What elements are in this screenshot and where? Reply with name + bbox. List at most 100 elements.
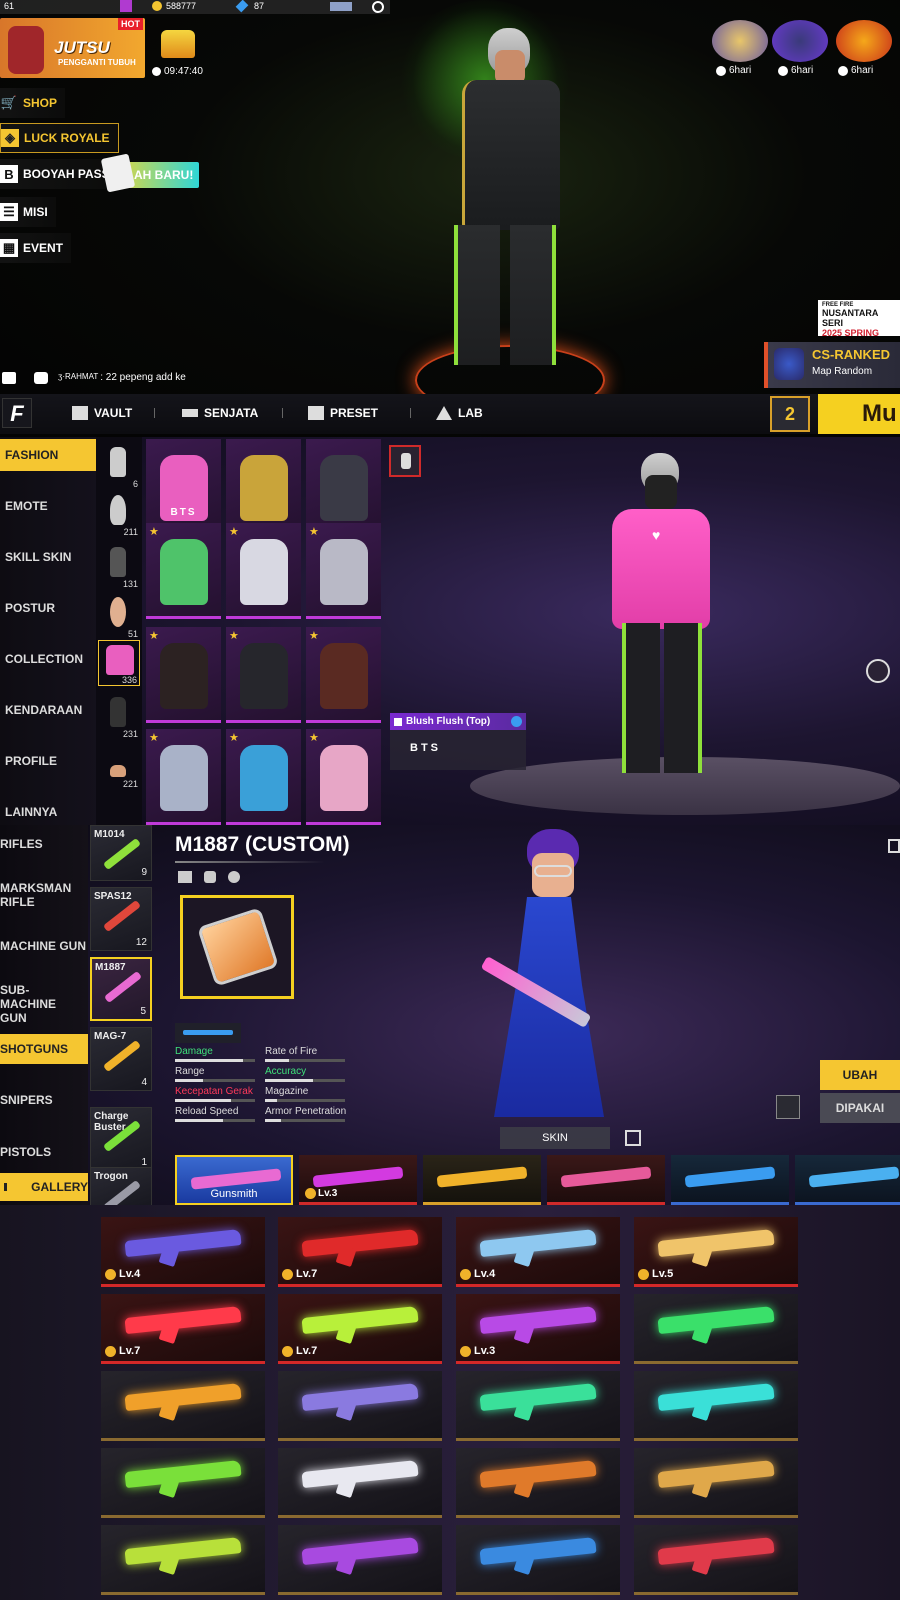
gallery-skin-tile[interactable] — [634, 1294, 798, 1364]
wardrobe-item[interactable]: ★ — [306, 729, 381, 825]
menu-shop[interactable]: 🛒 SHOP — [0, 88, 66, 118]
skin-tab[interactable] — [671, 1155, 789, 1205]
weapon-list-item[interactable]: M1887 5 — [90, 957, 152, 1021]
nav-lab[interactable]: LAB — [436, 406, 483, 420]
subcategory-top[interactable]: 6 — [98, 443, 140, 489]
category-marksman-rifle[interactable]: MARKSMAN RIFLE — [0, 881, 80, 909]
gallery-skin-tile[interactable]: Lv.4 — [101, 1217, 265, 1287]
wardrobe-item[interactable]: ★ — [226, 523, 301, 619]
menu-booyah-pass[interactable]: B BOOYAH PASS — [0, 159, 118, 189]
gallery-skin-tile[interactable]: Lv.7 — [278, 1294, 442, 1364]
nav-preset[interactable]: PRESET — [308, 406, 378, 420]
wardrobe-item[interactable]: ★ — [146, 627, 221, 723]
wardrobe-item[interactable]: ★ — [146, 523, 221, 619]
event-avatar-1[interactable] — [712, 20, 768, 62]
wardrobe-item[interactable]: ★ — [226, 729, 301, 825]
skin-tab[interactable]: Gunsmith — [175, 1155, 293, 1205]
gallery-skin-tile[interactable]: Lv.4 — [456, 1217, 620, 1287]
gallery-skin-tile[interactable] — [634, 1525, 798, 1595]
category-lainnya[interactable]: LAINNYA — [5, 805, 57, 819]
rotate-view-icon[interactable] — [866, 659, 890, 683]
wardrobe-item[interactable]: ★ — [306, 627, 381, 723]
category-sub-machine-gun[interactable]: SUB-MACHINE GUN — [0, 983, 80, 1025]
category-fashion[interactable]: FASHION — [0, 439, 96, 471]
weapon-list-item[interactable]: M1014 9 — [90, 825, 152, 881]
skin-tab[interactable] — [795, 1155, 900, 1205]
wardrobe-item[interactable] — [306, 439, 381, 535]
start-button[interactable]: Mu — [818, 394, 900, 434]
share-icon[interactable] — [888, 839, 900, 853]
gallery-skin-tile[interactable] — [456, 1525, 620, 1595]
category-skill-skin[interactable]: SKILL SKIN — [5, 550, 71, 564]
mode-selector-box[interactable]: 2 — [770, 396, 810, 432]
nusantara-promo[interactable]: FREE FIRE NUSANTARA SERI 2025 SPRING — [818, 300, 900, 338]
wardrobe-item[interactable]: ★ — [146, 729, 221, 825]
gallery-skin-tile[interactable]: Lv.7 — [278, 1217, 442, 1287]
menu-misi[interactable]: ☰ MISI — [0, 197, 56, 227]
nav-vault[interactable]: VAULT — [72, 406, 132, 420]
wardrobe-item[interactable]: ★ — [226, 627, 301, 723]
chat-message[interactable]: ʒ·RAHMAT : 22 pepeng add ke — [58, 372, 186, 383]
ff-logo-icon[interactable]: F — [2, 398, 32, 428]
info-icon[interactable] — [511, 716, 522, 727]
ranked-mode-card[interactable]: CS-RANKED Map Random — [764, 342, 900, 388]
home-icon[interactable] — [776, 1095, 800, 1119]
menu-event[interactable]: ▦ EVENT — [0, 233, 72, 263]
category-kendaraan[interactable]: KENDARAAN — [5, 703, 82, 717]
category-collection[interactable]: COLLECTION — [5, 652, 83, 666]
gallery-skin-tile[interactable]: Lv.7 — [101, 1294, 265, 1364]
chat-icon[interactable] — [34, 372, 48, 384]
gallery-skin-tile[interactable]: Lv.3 — [456, 1294, 620, 1364]
subcategory-face[interactable]: 51 — [98, 593, 140, 639]
skill-icon[interactable] — [228, 871, 240, 883]
weapon-list-item[interactable]: SPAS12 12 — [90, 887, 152, 951]
event-avatar-2[interactable] — [772, 20, 828, 62]
friends-icon[interactable] — [2, 372, 16, 384]
gallery-skin-tile[interactable] — [456, 1371, 620, 1441]
category-machine-gun[interactable]: MACHINE GUN — [0, 939, 86, 953]
treasure-chest[interactable] — [155, 26, 199, 64]
avatar-icon[interactable] — [120, 0, 132, 12]
nav-senjata[interactable]: SENJATA — [182, 406, 258, 420]
category-profile[interactable]: PROFILE — [5, 754, 57, 768]
settings-icon[interactable] — [372, 1, 384, 13]
menu-luck-royale[interactable]: ◈ LUCK ROYALE — [0, 123, 119, 153]
subcategory-shoes[interactable]: 221 — [98, 743, 140, 789]
subcategory-mask[interactable]: 131 — [98, 543, 140, 589]
gallery-skin-tile[interactable] — [634, 1371, 798, 1441]
category-pistols[interactable]: PISTOLS — [0, 1145, 51, 1159]
wardrobe-item[interactable] — [226, 439, 301, 535]
equipped-button[interactable]: DIPAKAI — [820, 1093, 900, 1123]
subcategory-head[interactable]: 211 — [98, 491, 140, 537]
gallery-button[interactable]: GALLERY — [0, 1173, 88, 1201]
subcategory-shirt[interactable]: 336 — [98, 640, 140, 686]
gallery-skin-tile[interactable] — [278, 1525, 442, 1595]
skin-tab[interactable]: Lv.3 — [299, 1155, 417, 1205]
gallery-skin-tile[interactable] — [634, 1448, 798, 1518]
event-banner[interactable]: HOT JUTSU PENGGANTI TUBUH — [0, 18, 145, 78]
skin-tab[interactable] — [547, 1155, 665, 1205]
gallery-skin-tile[interactable] — [456, 1448, 620, 1518]
try-on-button[interactable] — [389, 445, 421, 477]
search-skin-icon[interactable] — [625, 1130, 641, 1146]
scope-icon[interactable] — [204, 871, 216, 883]
category-emote[interactable]: EMOTE — [5, 499, 48, 513]
gallery-skin-tile[interactable] — [101, 1371, 265, 1441]
change-button[interactable]: UBAH — [820, 1060, 900, 1090]
weapon-list-item[interactable]: Trogon — [90, 1167, 152, 1205]
subcategory-pants[interactable]: 231 — [98, 693, 140, 739]
skin-tab[interactable] — [423, 1155, 541, 1205]
category-postur[interactable]: POSTUR — [5, 601, 55, 615]
gallery-skin-tile[interactable]: Lv.5 — [634, 1217, 798, 1287]
gallery-skin-tile[interactable] — [278, 1448, 442, 1518]
event-avatar-3[interactable] — [836, 20, 892, 62]
skin-tab-header[interactable]: SKIN — [500, 1127, 610, 1149]
wardrobe-item[interactable]: ★ — [306, 523, 381, 619]
wardrobe-item[interactable]: BTS — [146, 439, 221, 535]
gallery-skin-tile[interactable] — [101, 1448, 265, 1518]
category-shotguns[interactable]: SHOTGUNS — [0, 1034, 88, 1064]
category-rifles[interactable]: RIFLES — [0, 837, 43, 851]
category-snipers[interactable]: SNIPERS — [0, 1093, 53, 1107]
gallery-skin-tile[interactable] — [278, 1371, 442, 1441]
attachment-icon[interactable] — [178, 871, 192, 883]
